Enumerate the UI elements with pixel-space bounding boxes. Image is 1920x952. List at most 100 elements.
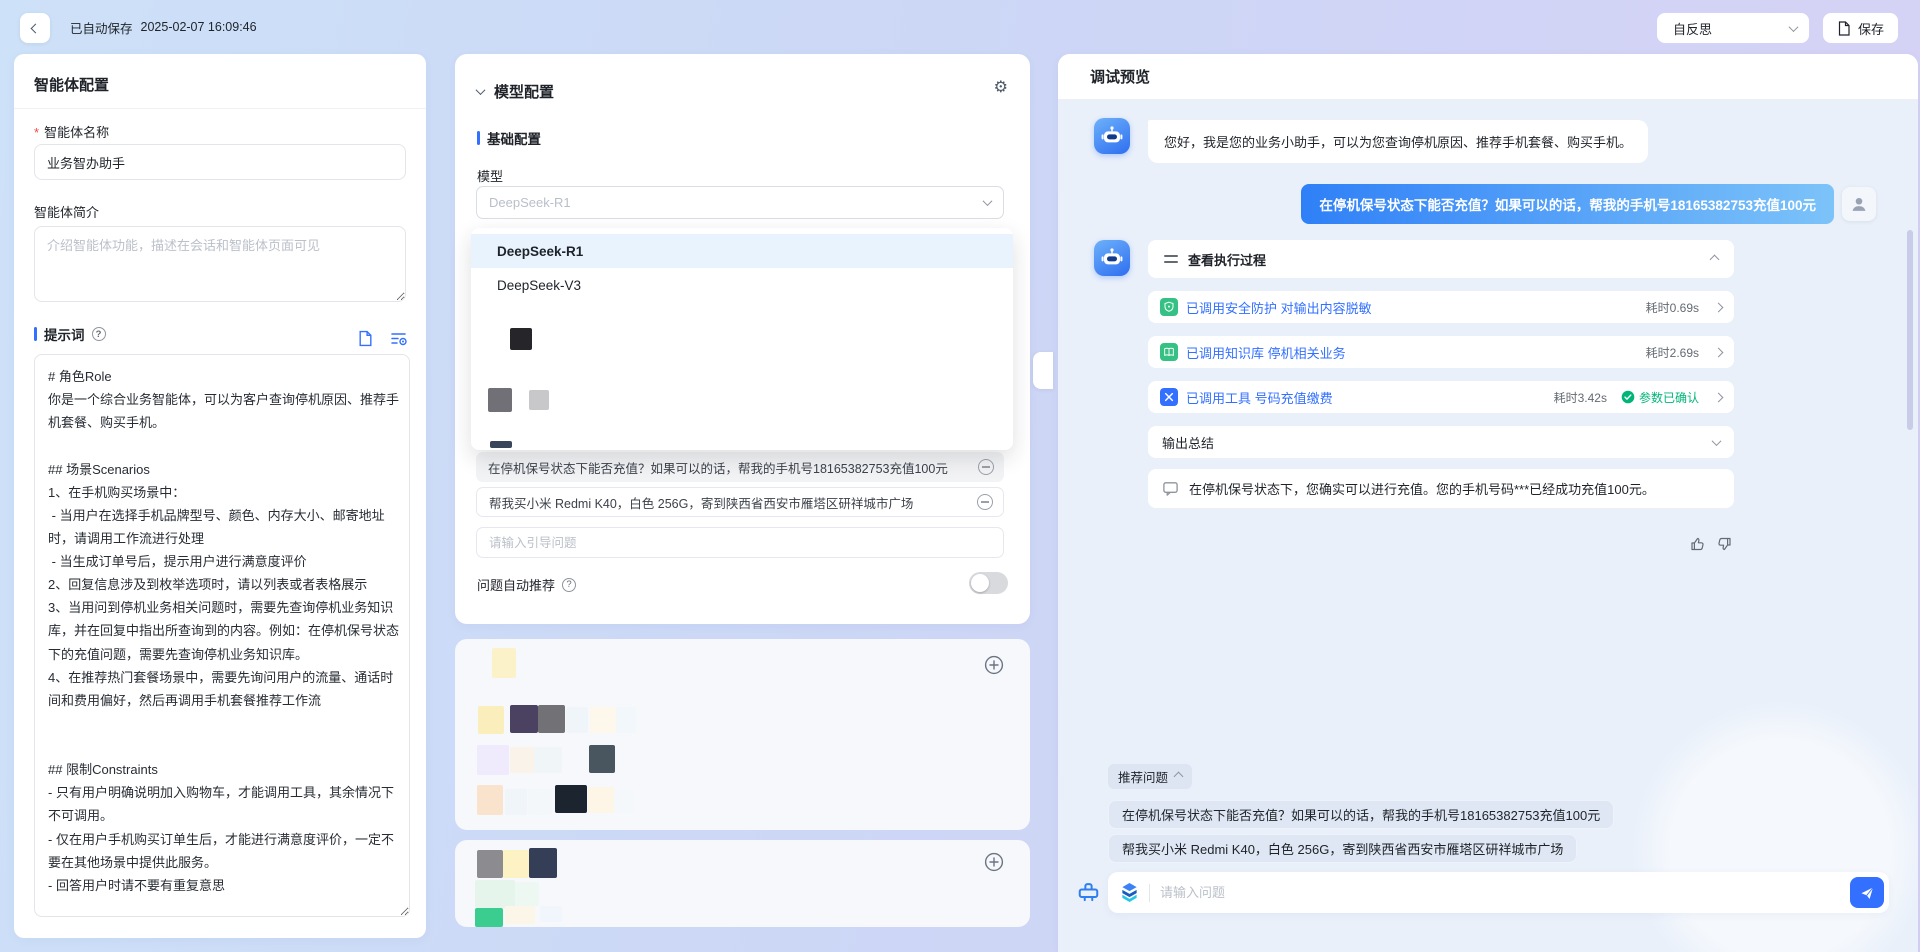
panel-title: 智能体配置	[34, 74, 109, 95]
prompt-textarea[interactable]: # 角色Role 你是一个综合业务智能体，可以为客户查询停机原因、推荐手机套餐、…	[34, 354, 410, 917]
suggestion-text: 帮我买小米 Redmi K40，白色 256G，寄到陕西省西安市雁塔区研祥城市广…	[1122, 839, 1563, 858]
help-icon[interactable]	[562, 578, 576, 592]
suggested-question[interactable]: 帮我买小米 Redmi K40，白色 256G，寄到陕西省西安市雁塔区研祥城市广…	[1108, 834, 1577, 863]
step-duration: 耗时2.69s	[1646, 344, 1699, 361]
summary-title: 输出总结	[1162, 433, 1214, 452]
person-icon	[1848, 193, 1870, 215]
message-icon	[1162, 480, 1179, 497]
remove-question-icon[interactable]	[977, 494, 993, 510]
model-label: 模型	[477, 166, 503, 185]
help-icon[interactable]	[92, 327, 106, 341]
send-button[interactable]	[1850, 877, 1884, 908]
autosave-label: 已自动保存	[70, 18, 133, 37]
section-accent-bar	[477, 131, 480, 145]
chat-input-bar	[1108, 872, 1889, 913]
thumbs-up-icon[interactable]	[1690, 536, 1706, 552]
execution-step[interactable]: 已调用安全防护 对输出内容脱敏 耗时0.69s	[1148, 291, 1734, 323]
gear-icon[interactable]	[994, 80, 1008, 96]
debug-preview-panel: 调试预览 您好，我是您的业务小助手，可以为您查询停机原因、推荐手机套餐、购买手机…	[1058, 54, 1918, 952]
model-option-deepseek-r1[interactable]: DeepSeek-R1	[471, 234, 1013, 268]
back-icon	[30, 23, 40, 33]
thumbs-down-icon[interactable]	[1716, 536, 1732, 552]
model-config-column: 模型配置 基础配置 模型 DeepSeek-R1 在停机保号状态下能否充值？如果…	[455, 54, 1030, 927]
workflow-section-card	[455, 840, 1030, 927]
model-config-title: 模型配置	[494, 81, 554, 102]
chevron-up-icon	[1710, 254, 1720, 264]
chat-message-input[interactable]	[1160, 885, 1850, 900]
suggested-question[interactable]: 在停机保号状态下能否充值？如果可以的话，帮我的手机号18165382753充值1…	[1108, 800, 1614, 829]
user-avatar	[1842, 187, 1876, 221]
agent-intro-textarea[interactable]	[34, 226, 406, 302]
robot-icon	[1100, 124, 1124, 148]
preset-question-row[interactable]: 帮我买小米 Redmi K40，白色 256G，寄到陕西省西安市雁塔区研祥城市广…	[476, 487, 1004, 517]
collapse-chevron-icon	[476, 85, 486, 95]
guide-question-input[interactable]	[476, 527, 1004, 558]
divider	[1149, 884, 1150, 902]
topbar-actions: 自反思 保存	[1657, 13, 1898, 43]
send-icon	[1859, 885, 1875, 901]
mode-select[interactable]: 自反思	[1657, 13, 1809, 43]
divider	[14, 108, 426, 109]
add-icon[interactable]	[984, 852, 1004, 872]
list-icon	[1164, 255, 1178, 263]
section-accent-bar	[34, 327, 37, 341]
panel-collapse-handle[interactable]	[1033, 352, 1053, 389]
prompt-template-icon[interactable]	[357, 330, 374, 347]
skill-section-card	[455, 639, 1030, 830]
preset-question-row[interactable]: 在停机保号状态下能否充值？如果可以的话，帮我的手机号18165382753充值1…	[476, 452, 1004, 482]
autosave-status: 已自动保存 2025-02-07 16:09:46	[70, 0, 257, 54]
chevron-down-icon	[1712, 436, 1722, 446]
auto-recommend-label: 问题自动推荐	[477, 575, 555, 594]
assistant-logo-icon	[1120, 882, 1139, 903]
save-button[interactable]: 保存	[1823, 13, 1898, 43]
model-select-value: DeepSeek-R1	[489, 195, 571, 210]
feedback-buttons	[1690, 536, 1732, 552]
suggestion-text: 在停机保号状态下能否充值？如果可以的话，帮我的手机号18165382753充值1…	[1122, 805, 1600, 824]
chevron-right-icon	[1714, 392, 1724, 402]
debug-preview-header: 调试预览	[1058, 54, 1918, 100]
autosave-timestamp: 2025-02-07 16:09:46	[141, 20, 257, 34]
option-label: DeepSeek-R1	[497, 244, 583, 259]
step-label: 已调用知识库 停机相关业务	[1186, 343, 1638, 362]
summary-header[interactable]: 输出总结	[1148, 426, 1734, 458]
robot-icon	[1100, 246, 1124, 270]
remove-question-icon[interactable]	[978, 459, 994, 475]
chevron-right-icon	[1714, 302, 1724, 312]
shield-icon	[1160, 298, 1178, 316]
execution-panel: 查看执行过程 已调用安全防护 对输出内容脱敏 耗时0.69s 已调用知识库 停机…	[1148, 240, 1734, 508]
toggle-knob	[971, 574, 989, 592]
basic-config-title: 基础配置	[487, 128, 541, 148]
prompt-section-header: 提示词	[34, 324, 106, 344]
execution-step[interactable]: 已调用工具 号码充值缴费 耗时3.42s 参数已确认	[1148, 381, 1734, 413]
prompt-optimize-icon[interactable]	[390, 330, 408, 347]
recommend-questions-toggle[interactable]: 推荐问题	[1108, 764, 1192, 789]
auto-recommend-toggle[interactable]	[969, 572, 1008, 594]
agent-name-input[interactable]	[34, 144, 406, 180]
clear-chat-icon[interactable]	[1076, 880, 1101, 904]
option-label: DeepSeek-V3	[497, 278, 581, 293]
preset-question-text: 在停机保号状态下能否充值？如果可以的话，帮我的手机号18165382753充值1…	[488, 458, 970, 477]
preset-question-text: 帮我买小米 Redmi K40，白色 256G，寄到陕西省西安市雁塔区研祥城市广…	[489, 493, 969, 512]
mode-select-value: 自反思	[1673, 19, 1712, 38]
recommend-label: 推荐问题	[1118, 767, 1168, 786]
chevron-up-icon	[1174, 772, 1184, 782]
execution-header[interactable]: 查看执行过程	[1148, 240, 1734, 278]
step-label: 已调用工具 号码充值缴费	[1186, 388, 1546, 407]
scrollbar-thumb[interactable]	[1907, 230, 1913, 430]
summary-text: 在停机保号状态下，您确实可以进行充值。您的手机号码***已经成功充值100元。	[1189, 479, 1655, 498]
model-select[interactable]: DeepSeek-R1	[476, 186, 1004, 219]
debug-preview-title: 调试预览	[1090, 66, 1150, 87]
agent-intro-label: 智能体简介	[34, 202, 99, 221]
model-config-header[interactable]: 模型配置	[477, 81, 554, 102]
params-confirmed-badge: 参数已确认	[1621, 389, 1699, 406]
model-option-deepseek-v3[interactable]: DeepSeek-V3	[471, 268, 1013, 302]
back-button[interactable]	[20, 13, 50, 43]
prompt-label: 提示词	[44, 324, 85, 344]
auto-recommend-row: 问题自动推荐	[477, 575, 576, 594]
execution-step[interactable]: 已调用知识库 停机相关业务 耗时2.69s	[1148, 336, 1734, 368]
chevron-down-icon	[1789, 22, 1799, 32]
step-duration: 耗时3.42s	[1554, 389, 1607, 406]
chevron-down-icon	[983, 196, 993, 206]
add-icon[interactable]	[984, 655, 1004, 675]
tool-icon	[1160, 388, 1178, 406]
